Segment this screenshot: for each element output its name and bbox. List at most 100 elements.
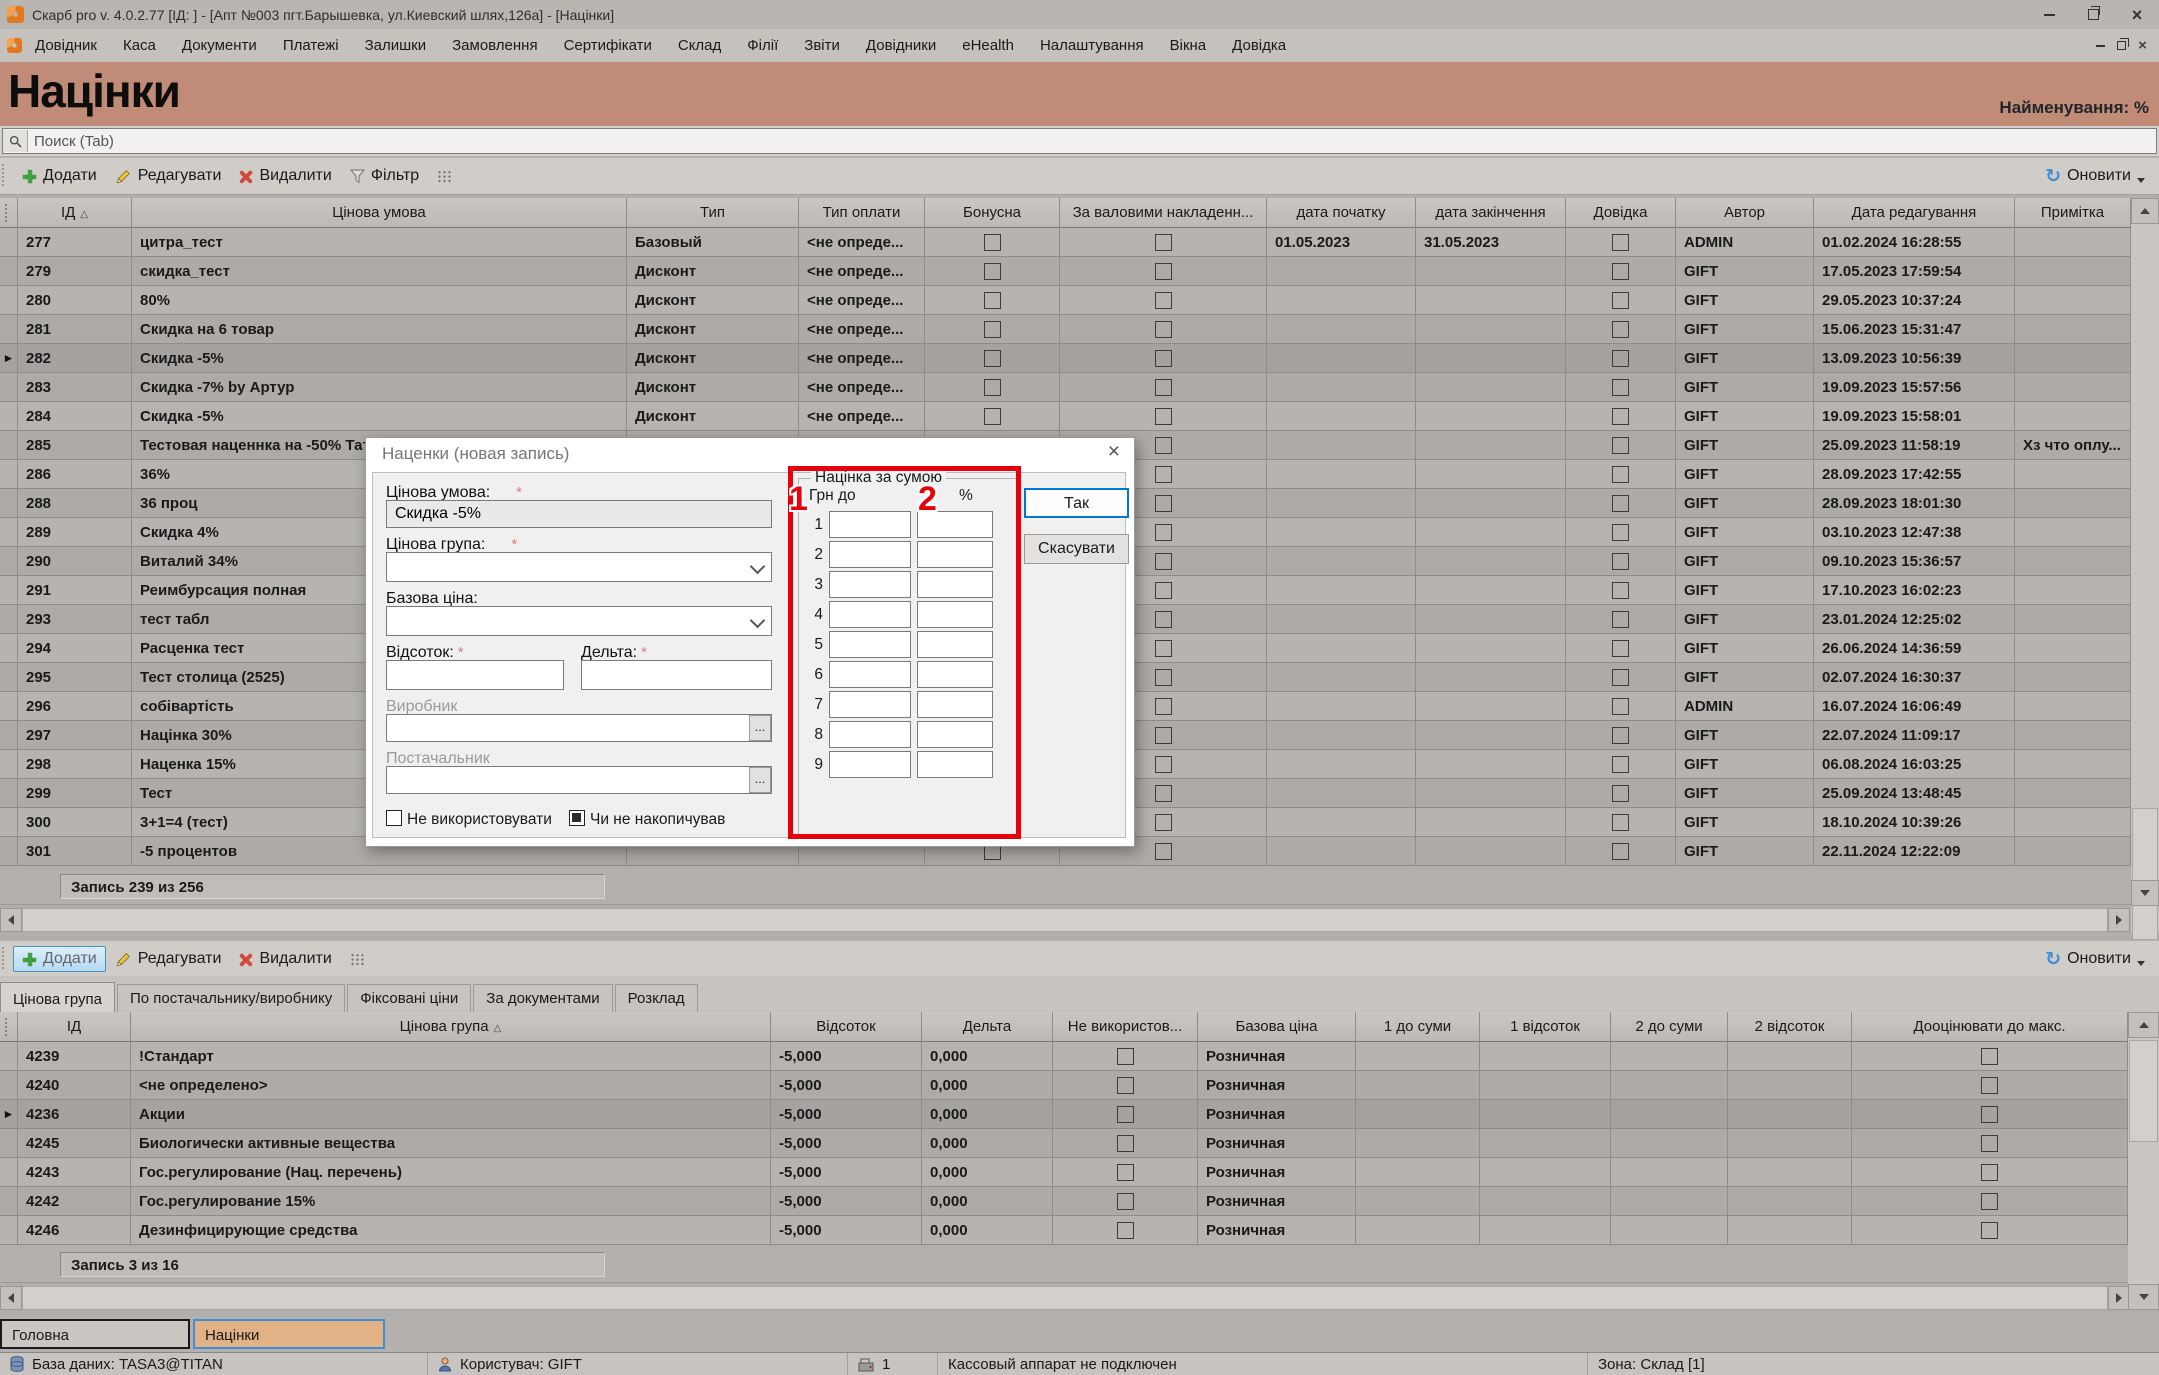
close-button[interactable]: × (2115, 2, 2159, 28)
checkbox-bonus[interactable] (984, 379, 1001, 396)
refresh-caret-icon[interactable] (2137, 961, 2145, 966)
checkbox-reference[interactable] (1612, 640, 1629, 657)
column-header-name[interactable]: Цінова умова (132, 198, 627, 228)
checkbox-reference[interactable] (1612, 698, 1629, 715)
scroll-down-arrow[interactable] (2131, 880, 2159, 906)
sum-percent-input-9[interactable] (917, 751, 993, 778)
checkbox-not-used[interactable] (1117, 1135, 1134, 1152)
checkbox-not-used[interactable] (1117, 1222, 1134, 1239)
column-header-id[interactable]: ІД△ (18, 198, 132, 228)
sum-amount-input-4[interactable] (829, 601, 911, 628)
column-header-date-end[interactable]: дата закінчення (1416, 198, 1566, 228)
scroll-thumb[interactable] (22, 1286, 2108, 1310)
checkbox-gross[interactable] (1155, 466, 1172, 483)
column-header-note[interactable]: Примітка (2015, 198, 2131, 228)
checkbox-gross[interactable] (1155, 321, 1172, 338)
group-row-4243[interactable]: 4243Гос.регулирование (Нац. перечень)-5,… (0, 1158, 2128, 1187)
scroll-left-arrow[interactable] (0, 1286, 22, 1310)
filter-button[interactable]: Фільтр (341, 163, 428, 189)
scroll-up-arrow[interactable] (2128, 1012, 2159, 1038)
table-row-282[interactable]: ►282Скидка -5%Дисконт<не опреде...GIFT13… (0, 344, 2131, 373)
menu-item-8[interactable]: Склад (665, 37, 734, 54)
sum-amount-input-7[interactable] (829, 691, 911, 718)
checkbox-reference[interactable] (1612, 524, 1629, 541)
checkbox-reference[interactable] (1612, 408, 1629, 425)
column-header-bonus[interactable]: Бонусна (925, 198, 1060, 228)
column-header-pct1[interactable]: 1 відсоток (1480, 1012, 1611, 1042)
scroll-thumb[interactable] (2132, 808, 2158, 940)
sum-amount-input-3[interactable] (829, 571, 911, 598)
checkbox-reference[interactable] (1612, 292, 1629, 309)
refresh-button-bottom[interactable]: Оновити (2067, 950, 2131, 968)
search-input[interactable] (28, 133, 2156, 150)
column-header-reference[interactable]: Довідка (1566, 198, 1676, 228)
not-use-checkbox[interactable] (386, 810, 402, 826)
refresh-caret-icon[interactable] (2137, 178, 2145, 183)
sum-amount-input-2[interactable] (829, 541, 911, 568)
checkbox-not-used[interactable] (1117, 1164, 1134, 1181)
restore-button[interactable] (2071, 2, 2115, 28)
column-header-sum2[interactable]: 2 до суми (1611, 1012, 1728, 1042)
price-condition-field[interactable] (386, 500, 772, 528)
sum-amount-input-5[interactable] (829, 631, 911, 658)
manufacturer-browse-button[interactable]: ... (749, 715, 771, 741)
group-row-4242[interactable]: 4242Гос.регулирование 15%-5,0000,000Розн… (0, 1187, 2128, 1216)
group-row-4246[interactable]: 4246Дезинфицирующие средства-5,0000,000Р… (0, 1216, 2128, 1245)
group-row-4240[interactable]: 4240<не определено>-5,0000,000Розничная (0, 1071, 2128, 1100)
menu-item-1[interactable]: Довідник (22, 37, 110, 54)
checkbox-gross[interactable] (1155, 785, 1172, 802)
mdi-minimize-button[interactable] (2090, 37, 2111, 55)
minimize-button[interactable] (2027, 2, 2071, 28)
column-header-delta[interactable]: Дельта (922, 1012, 1053, 1042)
checkbox-bonus[interactable] (984, 234, 1001, 251)
sum-amount-input-6[interactable] (829, 661, 911, 688)
checkbox-bonus[interactable] (984, 292, 1001, 309)
checkbox-gross[interactable] (1155, 263, 1172, 280)
column-header-edited[interactable]: Дата редагування (1814, 198, 2015, 228)
column-header-sum1[interactable]: 1 до суми (1356, 1012, 1480, 1042)
edit-button[interactable]: Редагувати (106, 163, 231, 189)
sum-percent-input-5[interactable] (917, 631, 993, 658)
group-row-4245[interactable]: 4245Биологически активные вещества-5,000… (0, 1129, 2128, 1158)
search-box[interactable] (2, 128, 2157, 154)
column-header-gross[interactable]: За валовими накладенн... (1060, 198, 1267, 228)
checkbox-bonus[interactable] (984, 263, 1001, 280)
checkbox-gross[interactable] (1155, 495, 1172, 512)
checkbox-gross[interactable] (1155, 350, 1172, 367)
mdi-restore-button[interactable] (2111, 37, 2132, 55)
checkbox-reference[interactable] (1612, 727, 1629, 744)
tab-2[interactable]: По постачальнику/виробнику (117, 984, 345, 1012)
tab-1[interactable]: Цінова група (0, 982, 115, 1013)
checkbox-reference[interactable] (1612, 234, 1629, 251)
delta-field[interactable] (581, 660, 772, 690)
supplier-field[interactable] (386, 766, 772, 794)
sum-amount-input-9[interactable] (829, 751, 911, 778)
checkbox-reference[interactable] (1612, 582, 1629, 599)
checkbox-gross[interactable] (1155, 292, 1172, 309)
checkbox-max[interactable] (1981, 1048, 1998, 1065)
tab-5[interactable]: Розклад (615, 984, 698, 1012)
checkbox-reference[interactable] (1612, 611, 1629, 628)
mdi-close-button[interactable]: × (2132, 37, 2153, 55)
checkbox-not-used[interactable] (1117, 1106, 1134, 1123)
refresh-button[interactable]: Оновити (2067, 167, 2131, 185)
checkbox-reference[interactable] (1612, 669, 1629, 686)
checkbox-gross[interactable] (1155, 437, 1172, 454)
dialog-close-icon[interactable]: × (1108, 441, 1120, 462)
menu-item-10[interactable]: Звіти (791, 37, 853, 54)
checkbox-reference[interactable] (1612, 263, 1629, 280)
table-row-280[interactable]: 28080%Дисконт<не опреде...GIFT29.05.2023… (0, 286, 2131, 315)
sum-amount-input-1[interactable] (829, 511, 911, 538)
column-header-percent[interactable]: Відсоток (771, 1012, 922, 1042)
checkbox-gross[interactable] (1155, 843, 1172, 860)
no-accumulate-checkbox[interactable] (569, 810, 585, 826)
column-header-pct2[interactable]: 2 відсоток (1728, 1012, 1852, 1042)
checkbox-reference[interactable] (1612, 785, 1629, 802)
checkbox-max[interactable] (1981, 1193, 1998, 1210)
group-row-4239[interactable]: 4239!Стандарт-5,0000,000Розничная (0, 1042, 2128, 1071)
toolbar-grip[interactable] (2, 164, 9, 188)
sum-percent-input-7[interactable] (917, 691, 993, 718)
checkbox-gross[interactable] (1155, 408, 1172, 425)
table-row-277[interactable]: 277цитра_тестБазовый<не опреде...01.05.2… (0, 228, 2131, 257)
checkbox-reference[interactable] (1612, 756, 1629, 773)
